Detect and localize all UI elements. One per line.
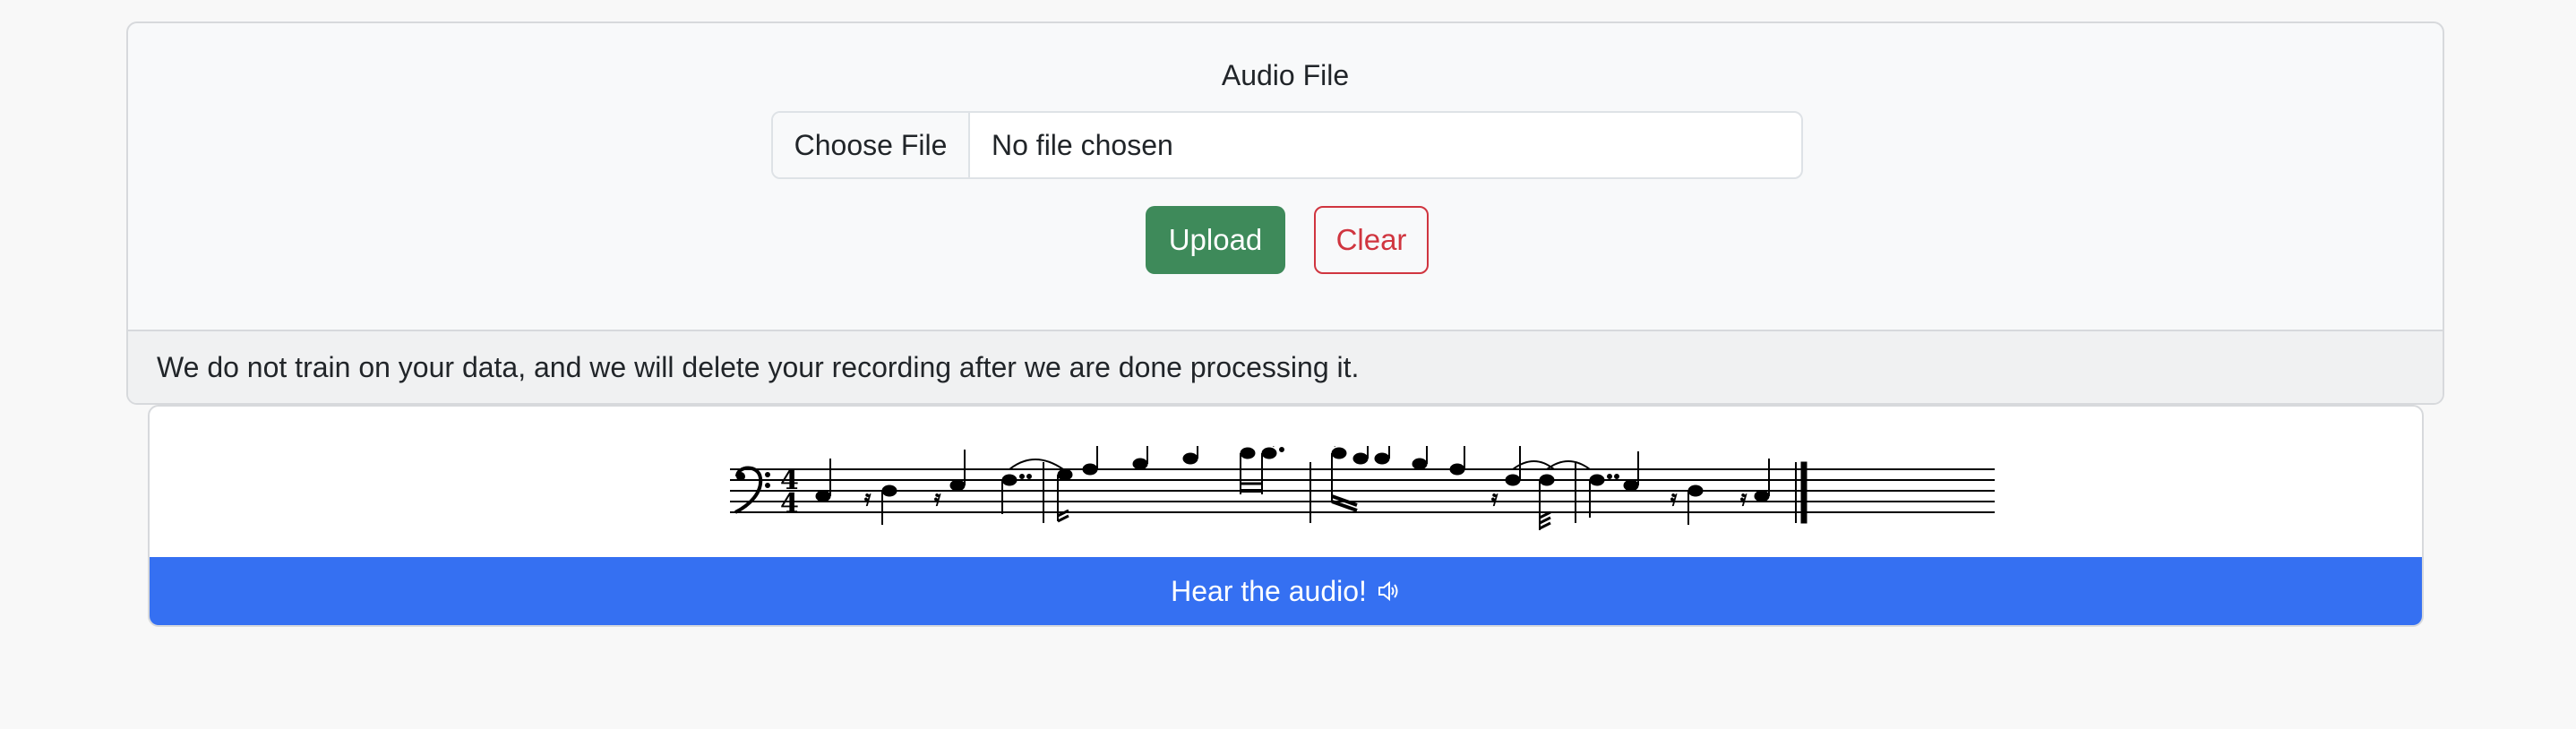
upload-card: Audio File Choose File No file chosen Up…	[126, 21, 2444, 405]
privacy-note: We do not train on your data, and we wil…	[128, 330, 2443, 403]
upload-button[interactable]: Upload	[1146, 206, 1285, 274]
time-signature-bottom: 4	[780, 488, 799, 519]
audio-file-input[interactable]: Choose File No file chosen	[771, 111, 1803, 179]
svg-text:𝄿: 𝄿	[1491, 485, 1498, 510]
music-staff: 4 4 𝄿 𝄿 𝄿 𝄿 𝄿	[730, 446, 1995, 530]
notes: 𝄿 𝄿 𝄿 𝄿 𝄿	[815, 446, 1807, 530]
svg-text:𝄿: 𝄿	[864, 485, 871, 510]
audio-file-label: Audio File	[1221, 59, 1350, 91]
svg-text:𝄿: 𝄿	[1670, 485, 1677, 510]
score-card: 4 4 𝄿 𝄿 𝄿 𝄿 𝄿 Hear the audio!	[148, 405, 2424, 627]
speaker-icon	[1378, 580, 1398, 602]
clear-button[interactable]: Clear	[1314, 206, 1429, 274]
choose-file-button[interactable]: Choose File	[773, 113, 970, 177]
hear-audio-button[interactable]: Hear the audio!	[150, 557, 2422, 625]
file-status-text: No file chosen	[992, 128, 1173, 161]
sheet-music: 4 4 𝄿 𝄿 𝄿 𝄿 𝄿	[150, 407, 2422, 561]
upload-form: Audio File Choose File No file chosen Up…	[128, 23, 2443, 331]
svg-text:𝄿: 𝄿	[1740, 485, 1747, 510]
svg-text:𝄿: 𝄿	[934, 485, 940, 510]
hear-audio-label: Hear the audio!	[1171, 574, 1367, 607]
